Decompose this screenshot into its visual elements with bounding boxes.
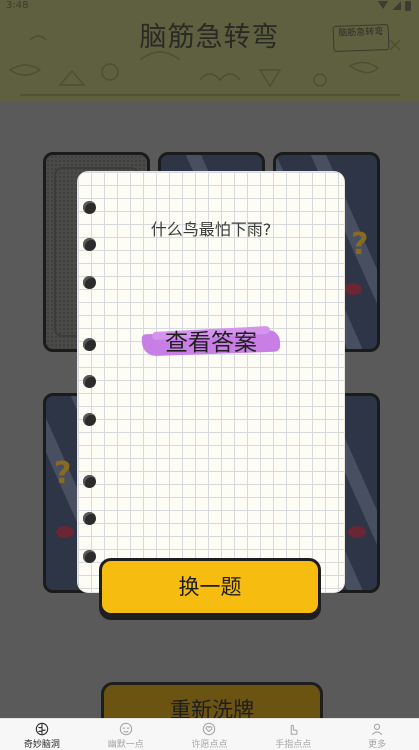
binder-hole (83, 413, 96, 426)
tab-wish[interactable]: 许愿点点 (168, 719, 252, 750)
binder-hole (83, 550, 96, 563)
binder-hole (83, 338, 96, 351)
binder-hole (83, 201, 96, 214)
heart-icon (203, 722, 216, 736)
binder-hole (83, 512, 96, 525)
question-mark-icon: ? (54, 456, 72, 491)
cellular-signal-icon (392, 1, 401, 10)
bow-icon (348, 526, 366, 538)
hand-icon (291, 724, 298, 735)
tab-label: 幽默一点 (107, 740, 144, 750)
show-answer-label: 查看答案 (165, 330, 257, 356)
bottom-tab-bar: 奇妙脑洞 幽默一点 许愿点点 手指点点 更多 (0, 718, 419, 750)
header-logo-badge: 脑筋急转弯 (332, 24, 390, 52)
tab-label: 许愿点点 (191, 740, 228, 750)
status-icons (378, 1, 411, 11)
face-icon (119, 722, 132, 736)
person-icon (371, 723, 383, 736)
tab-label: 奇妙脑洞 (23, 740, 60, 750)
battery-icon (405, 1, 411, 11)
app-header: 3:48 脑筋急转弯 脑筋急转弯 (0, 0, 419, 102)
binder-hole (83, 276, 96, 289)
bow-icon (56, 526, 74, 538)
show-answer-button[interactable]: 查看答案 (141, 325, 281, 360)
tab-humor[interactable]: 幽默一点 (84, 719, 168, 750)
tab-brain[interactable]: 奇妙脑洞 (0, 719, 84, 750)
question-mark-icon: ? (351, 227, 369, 262)
status-bar: 3:48 (0, 0, 419, 14)
binder-hole (83, 375, 96, 388)
tab-label: 手指点点 (275, 740, 312, 750)
binder-hole (83, 475, 96, 488)
wifi-icon (378, 1, 388, 9)
status-time: 3:48 (6, 0, 29, 11)
tab-finger[interactable]: 手指点点 (251, 719, 335, 750)
tab-more[interactable]: 更多 (335, 719, 419, 750)
riddle-question: 什么鸟最怕下雨? (150, 220, 272, 239)
tab-label: 更多 (368, 740, 387, 750)
change-question-button[interactable]: 换一题 (99, 558, 321, 616)
brain-icon (35, 722, 49, 736)
bow-icon (344, 283, 362, 295)
riddle-card-modal: 什么鸟最怕下雨? 查看答案 (78, 172, 344, 592)
